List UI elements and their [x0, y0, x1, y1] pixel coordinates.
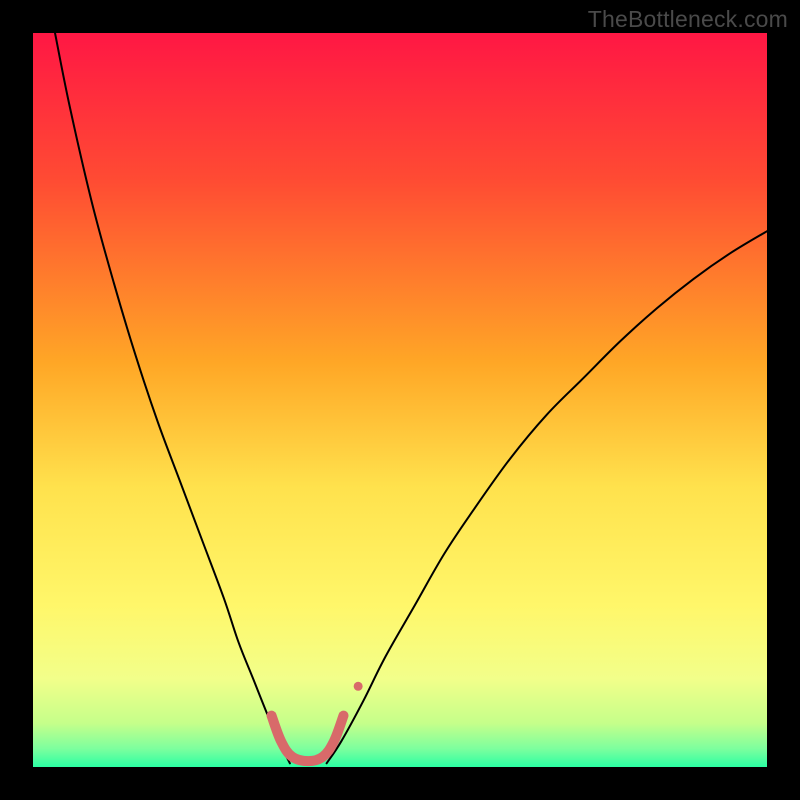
chart-background [33, 33, 767, 767]
chart-frame: TheBottleneck.com [0, 0, 800, 800]
chart-plot-area [33, 33, 767, 767]
watermark-text: TheBottleneck.com [588, 6, 788, 33]
chart-svg [33, 33, 767, 767]
valley-extra-dot [354, 682, 363, 691]
